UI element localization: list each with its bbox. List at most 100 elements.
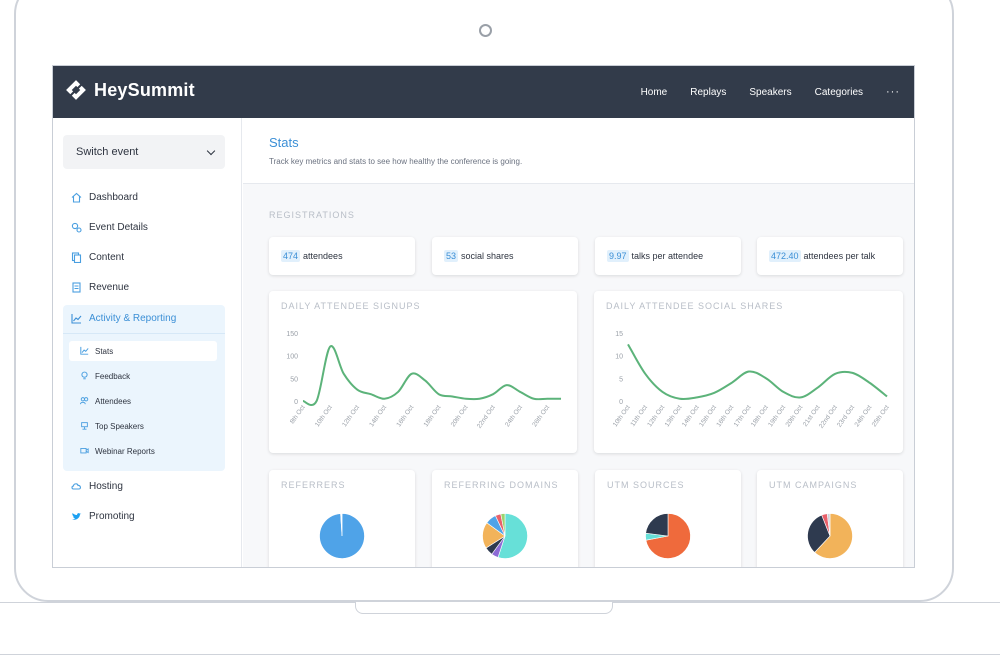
sidebar-subitem-label: Attendees <box>95 396 132 406</box>
x-tick-label: 24th Oct <box>504 404 524 428</box>
sidebar-subitem-webinar-reports[interactable]: Webinar Reports <box>69 441 217 461</box>
sidebar-item-revenue[interactable]: Revenue <box>71 282 129 293</box>
x-tick-label: 10th Oct <box>314 404 334 428</box>
stat-label: talks per attendee <box>631 251 704 261</box>
sidebar: Switch event Dashboard Event Details Con… <box>53 118 242 567</box>
stat-card-social-shares: 53 social shares <box>432 237 578 275</box>
podium-icon <box>79 421 89 432</box>
x-tick-label: 18th Oct <box>423 404 443 428</box>
line-chart-daily-social-shares: 05101510th Oct11th Oct12th Oct13th Oct14… <box>612 331 891 430</box>
topbar: HeySummit Home Replays Speakers Categori… <box>53 66 914 118</box>
stat-card-talks-per-attendee: 9.97 talks per attendee <box>595 237 741 275</box>
y-tick-label: 5 <box>619 376 623 383</box>
x-tick-label: 22nd Oct <box>476 404 497 430</box>
chart-line-icon <box>79 346 89 357</box>
section-label-registrations: REGISTRATIONS <box>269 210 355 220</box>
pie-card-referrers: REFERRERS <box>269 470 415 567</box>
pie-chart-referring-domains <box>482 513 528 559</box>
y-tick-label: 0 <box>619 399 623 406</box>
app-screen: HeySummit Home Replays Speakers Categori… <box>52 65 915 568</box>
app-name: HeySummit <box>94 79 195 100</box>
sidebar-item-label: Activity & Reporting <box>89 313 177 324</box>
stat-value: 474 <box>281 250 301 262</box>
copy-icon <box>71 252 82 264</box>
sidebar-subitem-attendees[interactable]: Attendees <box>69 391 217 411</box>
gears-icon <box>71 222 82 233</box>
sidebar-subitem-label: Stats <box>95 346 114 356</box>
sidebar-item-promoting[interactable]: Promoting <box>71 511 135 522</box>
logo[interactable]: HeySummit <box>65 79 195 101</box>
pie-card-utm-sources: UTM SOURCES <box>595 470 741 567</box>
nav-categories[interactable]: Categories <box>815 87 863 98</box>
sidebar-group-activity-reporting: Activity & Reporting Stats Feedback Atte… <box>63 305 225 471</box>
sidebar-item-label: Promoting <box>89 511 135 522</box>
series-line <box>627 343 888 401</box>
switch-event-dropdown[interactable]: Switch event <box>63 135 225 169</box>
video-icon <box>79 446 89 457</box>
sidebar-item-label: Revenue <box>89 282 130 293</box>
chevron-down-icon <box>206 146 216 156</box>
home-icon <box>71 192 82 203</box>
nav-home[interactable]: Home <box>641 87 668 98</box>
y-tick-label: 15 <box>615 331 623 338</box>
sidebar-item-hosting[interactable]: Hosting <box>71 481 123 492</box>
nav-speakers[interactable]: Speakers <box>749 87 791 98</box>
page-header: Stats Track key metrics and stats to see… <box>243 118 914 184</box>
sidebar-item-label: Dashboard <box>89 192 138 203</box>
sidebar-subitem-label: Webinar Reports <box>95 446 155 456</box>
sidebar-item-label: Content <box>89 252 125 263</box>
lightbulb-icon <box>79 371 89 382</box>
sidebar-item-activity-reporting[interactable]: Activity & Reporting <box>71 313 176 324</box>
sidebar-item-event-details[interactable]: Event Details <box>71 222 148 233</box>
sidebar-subitem-label: Top Speakers <box>95 421 144 431</box>
stat-value: 472.40 <box>769 250 801 262</box>
sidebar-item-label: Event Details <box>89 222 148 233</box>
y-tick-label: 50 <box>290 376 298 383</box>
pie-chart-utm-campaigns <box>807 513 853 559</box>
pie-chart-utm-sources <box>645 513 691 559</box>
pie-card-referring-domains: REFERRING DOMAINS <box>432 470 578 567</box>
stat-value: 53 <box>444 250 459 262</box>
y-tick-label: 150 <box>286 331 298 338</box>
series-line <box>302 345 561 406</box>
stat-label: attendees <box>303 251 343 261</box>
laptop-notch <box>355 602 613 614</box>
x-tick-label: 25th Oct <box>871 404 891 428</box>
top-nav: Home Replays Speakers Categories ··· <box>618 66 900 118</box>
divider <box>63 333 225 334</box>
stat-card-attendees-per-talk: 472.40 attendees per talk <box>757 237 903 275</box>
page-subtitle: Track key metrics and stats to see how h… <box>269 157 523 166</box>
heysummit-logo-icon <box>65 79 87 101</box>
nav-replays[interactable]: Replays <box>690 87 726 98</box>
x-tick-label: 26th Oct <box>531 404 551 428</box>
pie-slice <box>645 513 669 537</box>
twitter-icon <box>71 511 82 522</box>
switch-event-label: Switch event <box>76 146 139 158</box>
users-icon <box>79 396 89 407</box>
main-content: Stats Track key metrics and stats to see… <box>243 118 914 567</box>
document-icon <box>71 282 82 293</box>
sidebar-item-content[interactable]: Content <box>71 252 125 264</box>
sidebar-subitem-feedback[interactable]: Feedback <box>69 366 217 386</box>
stat-label: attendees per talk <box>803 251 876 261</box>
sidebar-subitem-top-speakers[interactable]: Top Speakers <box>69 416 217 436</box>
more-menu-icon[interactable]: ··· <box>886 86 900 98</box>
cloud-icon <box>71 481 82 492</box>
camera-icon <box>479 24 492 37</box>
sidebar-item-label: Hosting <box>89 481 123 492</box>
x-tick-label: 20th Oct <box>450 404 470 428</box>
page-title: Stats <box>269 135 299 150</box>
sidebar-item-dashboard[interactable]: Dashboard <box>71 192 138 203</box>
line-chart-daily-signups: 0 50 100 150 8th Oct 10th Oct 12th Oct 14th Oct… <box>286 331 562 430</box>
stat-card-attendees: 474 attendees <box>269 237 415 275</box>
x-tick-label: 12th Oct <box>341 404 361 428</box>
chart-card-daily-social-shares: DAILY ATTENDEE SOCIAL SHARES 0 5 10 15 10th … <box>594 291 903 453</box>
y-tick-label: 100 <box>286 354 298 361</box>
sidebar-subitem-label: Feedback <box>95 371 131 381</box>
y-tick-label: 10 <box>615 354 623 361</box>
stat-value: 9.97 <box>607 250 629 262</box>
stat-label: social shares <box>461 251 514 261</box>
pie-chart-referrers <box>319 513 365 559</box>
laptop-base-bottom-edge <box>0 654 1000 655</box>
sidebar-subitem-stats[interactable]: Stats <box>69 341 217 361</box>
